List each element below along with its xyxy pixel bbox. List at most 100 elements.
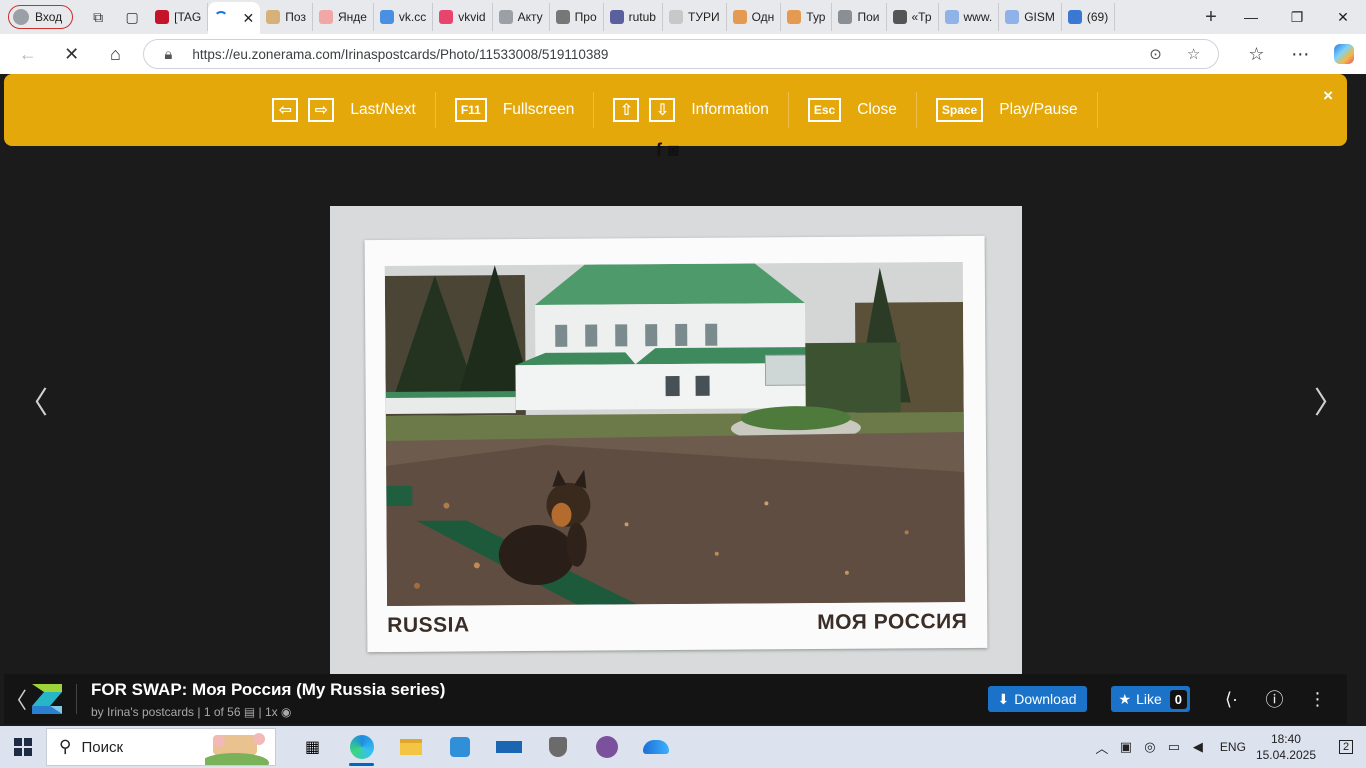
tab[interactable]: Пои bbox=[832, 3, 887, 31]
file-explorer-icon[interactable] bbox=[386, 726, 435, 768]
tab[interactable]: Про bbox=[550, 3, 604, 31]
start-button-icon[interactable] bbox=[0, 726, 46, 768]
more-options-icon[interactable]: ⋮ bbox=[1296, 689, 1339, 710]
tab-title: GISM bbox=[1024, 10, 1055, 24]
tab[interactable]: rutub bbox=[604, 3, 663, 31]
language-indicator[interactable]: ENG bbox=[1220, 740, 1246, 754]
tab-favicon-icon bbox=[787, 10, 802, 24]
webcam-icon[interactable]: ◎ bbox=[1138, 739, 1162, 755]
tab[interactable]: «Тр bbox=[887, 3, 939, 31]
shortcut-label: Fullscreen bbox=[502, 101, 575, 118]
space-key-icon: Space bbox=[935, 98, 984, 122]
tab[interactable]: Одн bbox=[727, 3, 782, 31]
tab-favicon-icon bbox=[892, 10, 907, 24]
tab-title: vkvid bbox=[458, 10, 486, 24]
info-icon[interactable]: ⓘ bbox=[1253, 686, 1296, 712]
tab[interactable]: (69) bbox=[1062, 3, 1116, 31]
photo[interactable]: RUSSIA МОЯ РОССИЯ bbox=[330, 206, 1022, 674]
notifications-icon[interactable]: 2 bbox=[1326, 740, 1366, 754]
search-highlight-illustration bbox=[205, 733, 269, 765]
system-tray: ︿ ▣ ◎ ▭ ◀ ENG 18:40 15.04.2025 2 bbox=[1090, 726, 1366, 768]
edge-app-icon[interactable] bbox=[337, 726, 386, 768]
tab[interactable]: Поз bbox=[260, 3, 313, 31]
profile-button[interactable]: Вход bbox=[8, 5, 74, 29]
zonerama-logo-icon[interactable] bbox=[32, 684, 62, 714]
url-text[interactable]: https://eu.zonerama.com/Irinaspostcards/… bbox=[192, 47, 1131, 62]
facebook-icon[interactable]: f bbox=[656, 140, 668, 160]
tab-favicon-icon bbox=[732, 10, 747, 24]
tab[interactable]: GISM bbox=[999, 3, 1062, 31]
volume-icon[interactable]: ◀ bbox=[1186, 739, 1210, 755]
viber-app-icon[interactable] bbox=[582, 726, 631, 768]
close-tab-icon[interactable]: ✕ bbox=[243, 10, 255, 27]
clock-date: 15.04.2025 bbox=[1255, 748, 1316, 762]
like-count: 0 bbox=[1169, 689, 1187, 709]
task-view-icon[interactable]: ▦ bbox=[288, 726, 337, 768]
like-button[interactable]: ★ Like 0 bbox=[1110, 686, 1190, 712]
tab-title: [TAG bbox=[174, 10, 202, 24]
photo-title: FOR SWAP: Моя Россия (My Russia series) bbox=[91, 679, 446, 699]
back-icon[interactable]: ← bbox=[6, 34, 50, 74]
tab-active[interactable]: ✕ bbox=[208, 2, 261, 34]
star-icon: ★ bbox=[1118, 690, 1132, 707]
tab[interactable]: Янде bbox=[313, 3, 374, 31]
tab[interactable]: Тур bbox=[781, 3, 833, 31]
stop-loading-icon[interactable]: ✕ bbox=[50, 34, 94, 74]
tab-title: vk.cc bbox=[398, 10, 427, 24]
instagram-icon[interactable]: ◙ bbox=[668, 140, 685, 160]
tab[interactable]: ТУРИ bbox=[663, 3, 727, 31]
next-photo-icon[interactable]: 〉 bbox=[1314, 378, 1344, 422]
browser-tab-strip: Вход ⧉ ▢ [TAG ✕ Поз Янде vk.cc vkvid Акту Про… bbox=[0, 0, 1366, 34]
download-button[interactable]: ⬇ Download bbox=[987, 686, 1087, 712]
address-bar[interactable]: 🔒︎ https://eu.zonerama.com/Irinaspostcar… bbox=[143, 39, 1219, 69]
settings-more-icon[interactable]: ⋯ bbox=[1278, 34, 1322, 74]
back-arrow-icon[interactable]: 〈 bbox=[4, 683, 28, 715]
close-help-icon[interactable]: × bbox=[1323, 86, 1333, 106]
favorite-star-icon[interactable]: ☆ bbox=[1180, 45, 1208, 63]
tab-actions-icon[interactable]: ▢ bbox=[115, 0, 149, 34]
workspaces-icon[interactable]: ⧉ bbox=[81, 0, 115, 34]
close-window-icon[interactable]: ✕ bbox=[1320, 0, 1366, 34]
gallery-icon: ▤ bbox=[243, 704, 256, 719]
tab-favicon-icon bbox=[668, 10, 683, 24]
share-icon[interactable]: ⟨· bbox=[1210, 689, 1253, 710]
clock[interactable]: 18:40 15.04.2025 bbox=[1256, 731, 1316, 763]
tab[interactable]: vk.cc bbox=[374, 3, 434, 31]
keyboard-icon[interactable]: ▣ bbox=[1114, 739, 1138, 755]
more-site-options-icon[interactable]: ⊙ bbox=[1142, 45, 1170, 63]
tab[interactable]: [TAG bbox=[149, 3, 209, 31]
postcard-image bbox=[384, 261, 966, 607]
tab-title: Акту bbox=[517, 10, 543, 24]
tab-title: (69) bbox=[1086, 10, 1109, 24]
lenovo-app-icon[interactable] bbox=[484, 726, 533, 768]
tab-favicon-icon bbox=[439, 10, 454, 24]
security-app-icon[interactable] bbox=[533, 726, 582, 768]
photo-info-bar: 〈 FOR SWAP: Моя Россия (My Russia series… bbox=[4, 674, 1347, 724]
cloud-app-icon[interactable] bbox=[631, 726, 680, 768]
tab-title: Про bbox=[574, 10, 597, 24]
loading-spinner-icon bbox=[214, 11, 229, 25]
tab[interactable]: vkvid bbox=[433, 3, 493, 31]
previous-photo-icon[interactable]: 〈 bbox=[18, 378, 48, 422]
postcard: RUSSIA МОЯ РОССИЯ bbox=[364, 235, 988, 653]
author-link[interactable]: by Irina's postcards bbox=[91, 705, 194, 719]
store-app-icon[interactable] bbox=[435, 726, 484, 768]
tab[interactable]: Акту bbox=[493, 3, 550, 31]
restore-icon[interactable]: ❐ bbox=[1274, 0, 1320, 34]
network-icon[interactable]: ▭ bbox=[1162, 739, 1186, 755]
new-tab-icon[interactable]: + bbox=[1194, 0, 1228, 34]
taskbar-search[interactable]: ⚲ Поиск bbox=[46, 728, 276, 766]
shortcut-close: Esc Close bbox=[789, 92, 917, 128]
f11-key-icon: F11 bbox=[454, 98, 487, 122]
home-icon[interactable]: ⌂ bbox=[94, 34, 138, 74]
tab[interactable]: www. bbox=[939, 3, 1000, 31]
favorites-icon[interactable]: ☆ bbox=[1235, 34, 1279, 74]
copilot-icon[interactable] bbox=[1322, 34, 1366, 74]
tab-title: rutub bbox=[628, 10, 656, 24]
tab-title: Янде bbox=[337, 10, 367, 24]
minimize-icon[interactable]: — bbox=[1228, 0, 1274, 34]
site-info-icon[interactable]: 🔒︎ bbox=[154, 46, 182, 63]
download-label: Download bbox=[1014, 691, 1077, 707]
show-hidden-icons-icon[interactable]: ︿ bbox=[1090, 738, 1114, 757]
view-count: 1x bbox=[265, 704, 278, 719]
